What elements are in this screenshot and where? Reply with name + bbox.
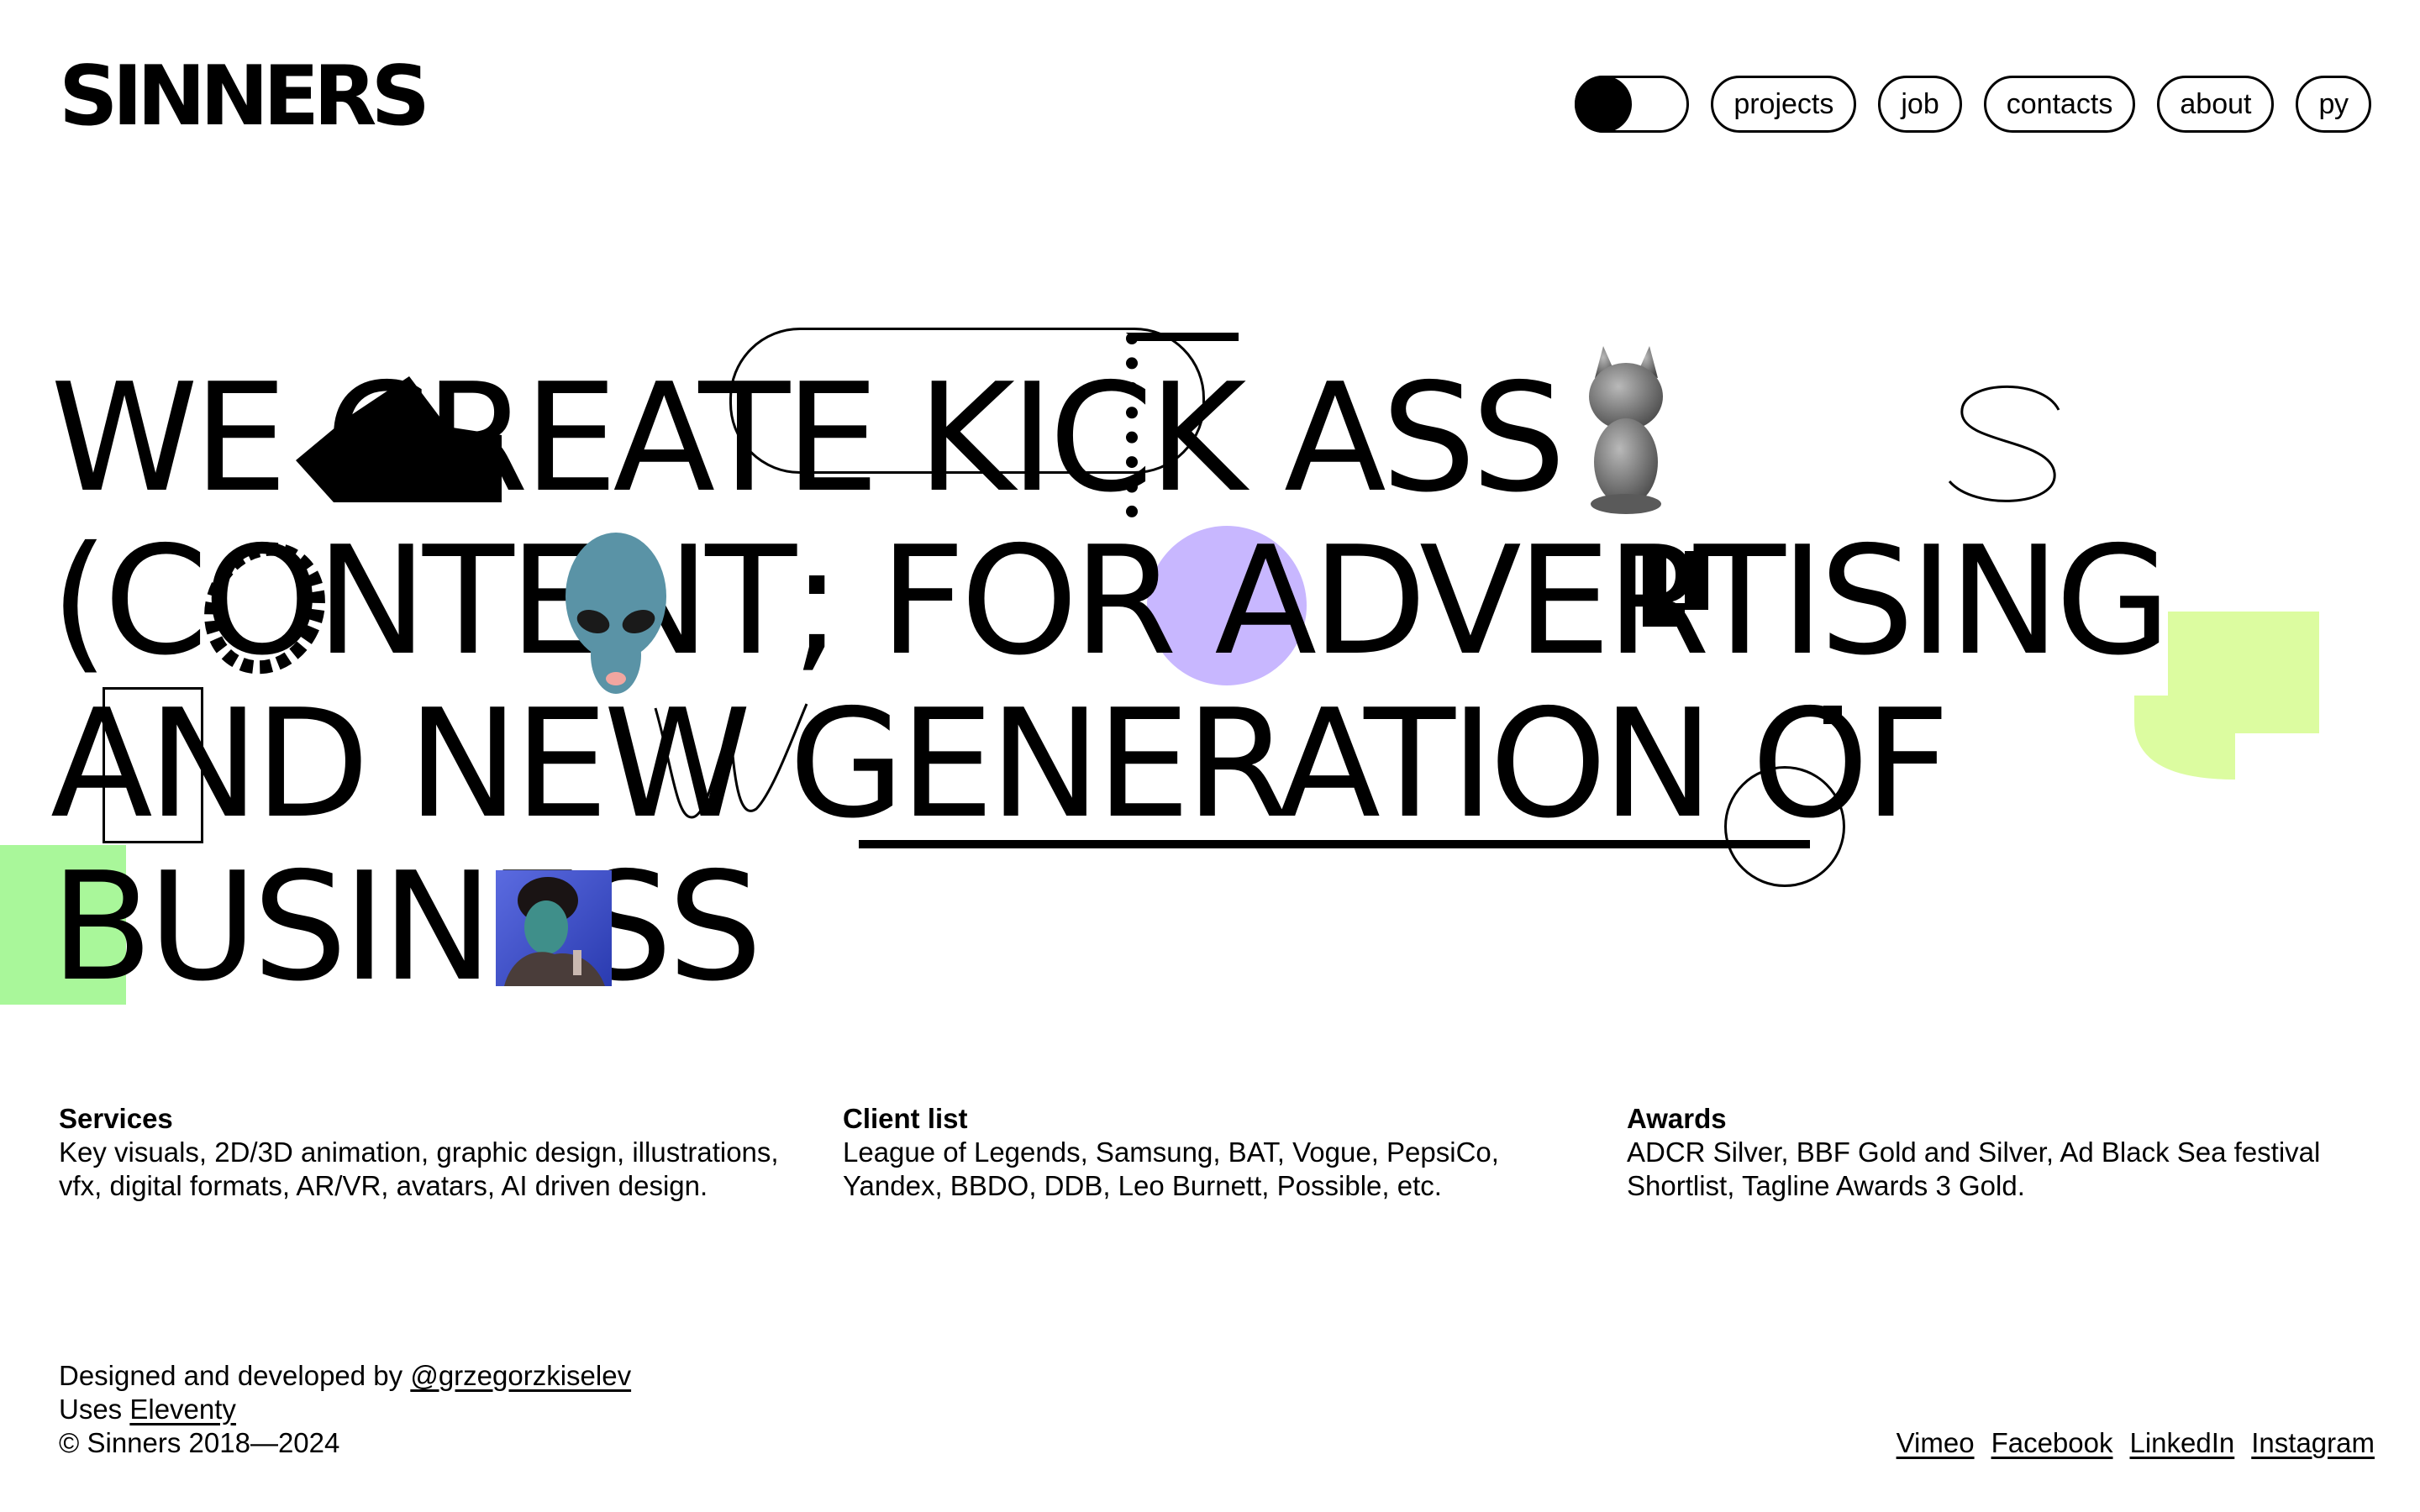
main-nav: projects job contacts about ру bbox=[1575, 76, 2371, 133]
hero-line-2: (CONTENT; FOR ADVERTISING bbox=[50, 514, 2171, 688]
handwritten-w-shape bbox=[654, 703, 808, 819]
awards-block: Awards ADCR Silver, BBF Gold and Silver,… bbox=[1627, 1102, 2383, 1203]
designed-by-line: Designed and developed by @grzegorzkisel… bbox=[59, 1359, 631, 1393]
vimeo-link[interactable]: Vimeo bbox=[1897, 1426, 1975, 1460]
uses-text: Uses bbox=[59, 1394, 130, 1425]
services-title: Services bbox=[59, 1103, 173, 1134]
eleventy-link[interactable]: Eleventy bbox=[129, 1394, 236, 1425]
nav-language[interactable]: ру bbox=[2296, 76, 2371, 133]
client-list-line-2: Yandex, BBDO, DDB, Leo Burnett, Possible… bbox=[843, 1170, 1442, 1201]
instagram-link[interactable]: Instagram bbox=[2251, 1426, 2375, 1460]
pixel-o-shape bbox=[204, 542, 325, 675]
logo[interactable]: SINNERS bbox=[59, 55, 430, 138]
credits: Designed and developed by @grzegorzkisel… bbox=[59, 1359, 631, 1460]
portrait-photo bbox=[496, 870, 612, 986]
nav-contacts[interactable]: contacts bbox=[1983, 76, 2136, 133]
awards-line-2: Shortlist, Tagline Awards 3 Gold. bbox=[1627, 1170, 2025, 1201]
underline-bar bbox=[859, 840, 1810, 848]
designer-link[interactable]: @grzegorzkiselev bbox=[410, 1360, 631, 1391]
accent-square bbox=[1823, 706, 1842, 724]
outline-s-shape bbox=[1948, 386, 2060, 502]
nav-about[interactable]: about bbox=[2157, 76, 2275, 133]
social-links: Vimeo Facebook LinkedIn Instagram bbox=[1897, 1426, 2375, 1460]
services-line-1: Key visuals, 2D/3D animation, graphic de… bbox=[59, 1137, 779, 1168]
designed-by-text: Designed and developed by bbox=[59, 1360, 411, 1391]
client-list-title: Client list bbox=[843, 1103, 968, 1134]
black-polygon-shape bbox=[296, 376, 502, 502]
alien-head-icon bbox=[566, 533, 666, 694]
theme-toggle[interactable] bbox=[1575, 76, 1690, 133]
services-block: Services Key visuals, 2D/3D animation, g… bbox=[59, 1102, 815, 1203]
nav-job[interactable]: job bbox=[1878, 76, 1962, 133]
pixel-k-shape bbox=[1126, 333, 1239, 517]
facebook-link[interactable]: Facebook bbox=[1991, 1426, 2113, 1460]
linkedin-link[interactable]: LinkedIn bbox=[2130, 1426, 2235, 1460]
hero-line-4: BUSINESS bbox=[50, 840, 762, 1014]
pixel-block-shape bbox=[1643, 551, 1718, 635]
copyright: © Sinners 2018—2024 bbox=[59, 1427, 340, 1458]
outline-square-shape bbox=[103, 687, 203, 843]
awards-line-1: ADCR Silver, BBF Gold and Silver, Ad Bla… bbox=[1627, 1137, 2321, 1168]
client-list-line-1: League of Legends, Samsung, BAT, Vogue, … bbox=[843, 1137, 1499, 1168]
outline-circle-shape bbox=[1724, 766, 1845, 887]
client-list-block: Client list League of Legends, Samsung, … bbox=[843, 1102, 1599, 1203]
nav-projects[interactable]: projects bbox=[1711, 76, 1857, 133]
theme-toggle-icon bbox=[1575, 76, 1633, 133]
services-line-2: vfx, digital formats, AR/VR, avatars, AI… bbox=[59, 1170, 708, 1201]
hero: WE CREATE KICK ASS (CONTENT; FOR ADVERTI… bbox=[0, 328, 2370, 1014]
hero-line-3: AND NEW GENERATION OF bbox=[50, 677, 1950, 851]
uses-line: Uses Eleventy bbox=[59, 1393, 631, 1426]
devil-figurine-icon bbox=[1589, 346, 1663, 514]
awards-title: Awards bbox=[1627, 1103, 1727, 1134]
